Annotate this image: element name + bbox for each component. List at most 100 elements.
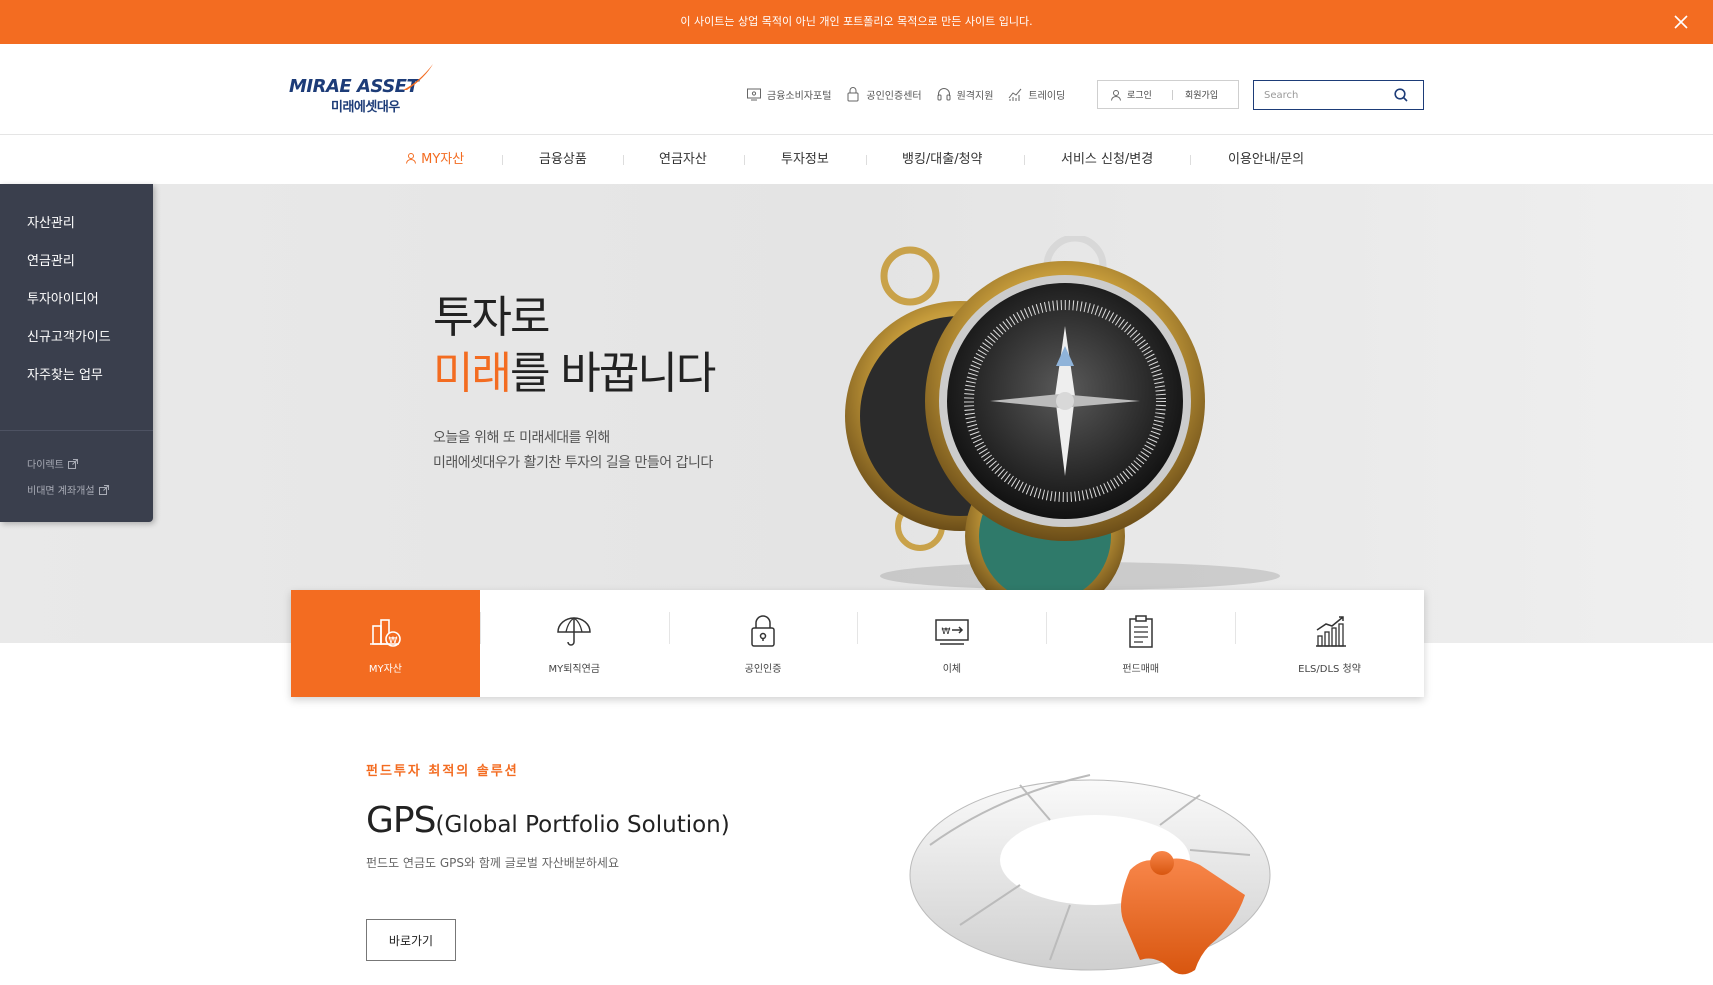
nav-guide[interactable]: 이용안내/문의 — [1228, 135, 1304, 184]
util-consumer-portal[interactable]: 금융소비자포털 — [746, 86, 831, 102]
quick-transfer[interactable]: ₩ 이체 — [857, 590, 1046, 697]
user-icon — [1111, 89, 1121, 101]
sidebar-item-frequent[interactable]: 자주찾는 업무 — [27, 364, 103, 383]
util-label: 공인인증센터 — [866, 90, 922, 102]
divider — [744, 155, 745, 165]
puzzle-image — [909, 774, 1271, 975]
search-input[interactable] — [1254, 82, 1384, 108]
divider — [1190, 155, 1191, 165]
quick-els-dls[interactable]: ELS/DLS 청약 — [1235, 590, 1424, 697]
util-label: 트레이딩 — [1028, 90, 1066, 102]
logo-ko: 미래에셋대우 — [331, 100, 400, 115]
nav-label: 투자정보 — [781, 152, 829, 167]
logo[interactable]: MIRAE ASSET 미래에셋대우 — [289, 62, 439, 120]
login-button[interactable]: 로그인 — [1098, 88, 1172, 101]
nav-label: 뱅킹/대출/청약 — [902, 152, 983, 167]
hero-line2: 미래를 바꿉니다 — [433, 346, 716, 402]
quick-label: ELS/DLS 청약 — [1298, 664, 1361, 675]
hero-sub-line1: 오늘을 위해 또 미래세대를 위해 — [433, 430, 610, 446]
hero-line1: 투자로 — [433, 292, 550, 343]
nav-banking[interactable]: 뱅킹/대출/청약 — [902, 135, 983, 184]
util-cert-center[interactable]: 공인인증센터 — [845, 86, 922, 102]
svg-text:₩: ₩ — [941, 627, 950, 637]
divider — [623, 155, 624, 165]
main-nav: MY자산 금융상품 연금자산 투자정보 뱅킹/대출/청약 서비스 신청/변경 이… — [0, 135, 1713, 184]
logo-en: MIRAE ASSET — [289, 76, 419, 97]
nav-my-assets[interactable]: MY자산 — [405, 135, 464, 184]
hero-highlight: 미래 — [433, 348, 512, 399]
nav-products[interactable]: 금융상품 — [539, 135, 587, 184]
divider — [866, 155, 867, 165]
nav-label: 연금자산 — [659, 152, 707, 167]
divider — [0, 430, 153, 431]
quick-label: 공인인증 — [744, 664, 782, 675]
logo-swoosh-icon — [403, 64, 433, 90]
chart-icon — [1009, 88, 1022, 101]
user-icon — [406, 153, 416, 164]
divider — [1024, 155, 1025, 165]
quick-menu: ₩ MY자산 MY퇴직연금 공인인증 ₩ 이체 펀드매매 ELS/DLS 청약 — [291, 590, 1424, 697]
hero-subtitle: 오늘을 위해 또 미래세대를 위해 미래에셋대우가 활기찬 투자의 길을 만들어… — [433, 426, 713, 476]
util-trading[interactable]: 트레이딩 — [1007, 86, 1065, 102]
nav-invest-info[interactable]: 투자정보 — [781, 135, 829, 184]
bar-chart-icon — [1315, 616, 1346, 647]
gps-title: GPS(Global Portfolio Solution) — [366, 800, 730, 841]
notice-message: 이 사이트는 상업 목적이 아닌 개인 포트폴리오 목적으로 만든 사이트 입니… — [680, 15, 1033, 28]
padlock-icon — [751, 615, 775, 647]
umbrella-icon — [557, 617, 591, 646]
gps-title-sub: (Global Portfolio Solution) — [435, 812, 730, 838]
monitor-icon — [747, 88, 761, 101]
external-link-icon — [67, 458, 78, 469]
divider — [502, 155, 503, 165]
util-remote-support[interactable]: 원격지원 — [936, 86, 994, 102]
sidebar-item-pension-mgmt[interactable]: 연금관리 — [27, 250, 75, 269]
external-link-icon — [98, 484, 109, 495]
join-button[interactable]: 회원가입 — [1173, 88, 1218, 101]
login-label: 로그인 — [1127, 91, 1152, 101]
quick-my-assets[interactable]: ₩ MY자산 — [291, 590, 480, 697]
quick-retirement-pension[interactable]: MY퇴직연금 — [479, 590, 669, 697]
nav-service[interactable]: 서비스 신청/변경 — [1061, 135, 1153, 184]
quick-certificate[interactable]: 공인인증 — [668, 590, 858, 697]
nav-label: MY자산 — [421, 152, 465, 167]
hero-line2-rest: 를 바꿉니다 — [509, 348, 716, 399]
nav-label: 서비스 신청/변경 — [1061, 152, 1154, 167]
lock-icon — [847, 87, 859, 102]
sidebar-item-invest-idea[interactable]: 투자아이디어 — [27, 288, 99, 307]
sidebar-link-label: 다이렉트 — [27, 460, 64, 471]
sidebar-item-asset-mgmt[interactable]: 자산관리 — [27, 212, 75, 231]
hero-sub-line2: 미래에셋대우가 활기찬 투자의 길을 만들어 갑니다 — [433, 455, 713, 471]
sidebar-item-new-guide[interactable]: 신규고객가이드 — [27, 326, 111, 345]
clipboard-icon — [1128, 615, 1153, 648]
header: MIRAE ASSET 미래에셋대우 금융소비자포털 공인인증센터 원격지원 트… — [0, 44, 1713, 135]
compass-image — [845, 236, 1280, 590]
hero-title: 투자로 미래를 바꿉니다 — [433, 290, 716, 402]
nav-pension[interactable]: 연금자산 — [659, 135, 707, 184]
notice-bar: 이 사이트는 상업 목적이 아닌 개인 포트폴리오 목적으로 만든 사이트 입니… — [0, 0, 1713, 44]
search-icon[interactable] — [1393, 87, 1409, 103]
close-icon[interactable] — [1671, 12, 1691, 32]
sidebar-link-open-account[interactable]: 비대면 계좌개설 — [27, 482, 109, 497]
gps-title-main: GPS — [366, 800, 436, 841]
sidebar-link-label: 비대면 계좌개설 — [27, 486, 95, 497]
util-label: 금융소비자포털 — [767, 90, 832, 102]
quick-label: MY퇴직연금 — [548, 664, 601, 675]
quick-label: 펀드매매 — [1122, 664, 1160, 675]
quick-sidebar: 자산관리 연금관리 투자아이디어 신규고객가이드 자주찾는 업무 다이렉트 비대… — [0, 184, 153, 522]
auth-box: 로그인 회원가입 — [1097, 80, 1239, 109]
gps-go-button[interactable]: 바로가기 — [366, 919, 456, 961]
transfer-icon: ₩ — [935, 619, 969, 645]
quick-fund-trading[interactable]: 펀드매매 — [1046, 590, 1235, 697]
quick-label: 이체 — [942, 664, 962, 675]
gps-description: 펀드도 연금도 GPS와 함께 글로벌 자산배분하세요 — [366, 856, 619, 870]
headset-icon — [937, 88, 951, 101]
nav-label: 이용안내/문의 — [1228, 152, 1305, 167]
gps-kicker: 펀드투자 최적의 솔루션 — [366, 764, 519, 779]
search-box — [1253, 80, 1424, 110]
asset-icon: ₩ — [370, 619, 402, 647]
quick-label: MY자산 — [368, 664, 402, 675]
utility-menu: 금융소비자포털 공인인증센터 원격지원 트레이딩 — [746, 86, 1065, 102]
util-label: 원격지원 — [956, 90, 994, 102]
nav-label: 금융상품 — [539, 152, 587, 167]
sidebar-link-direct[interactable]: 다이렉트 — [27, 456, 78, 471]
